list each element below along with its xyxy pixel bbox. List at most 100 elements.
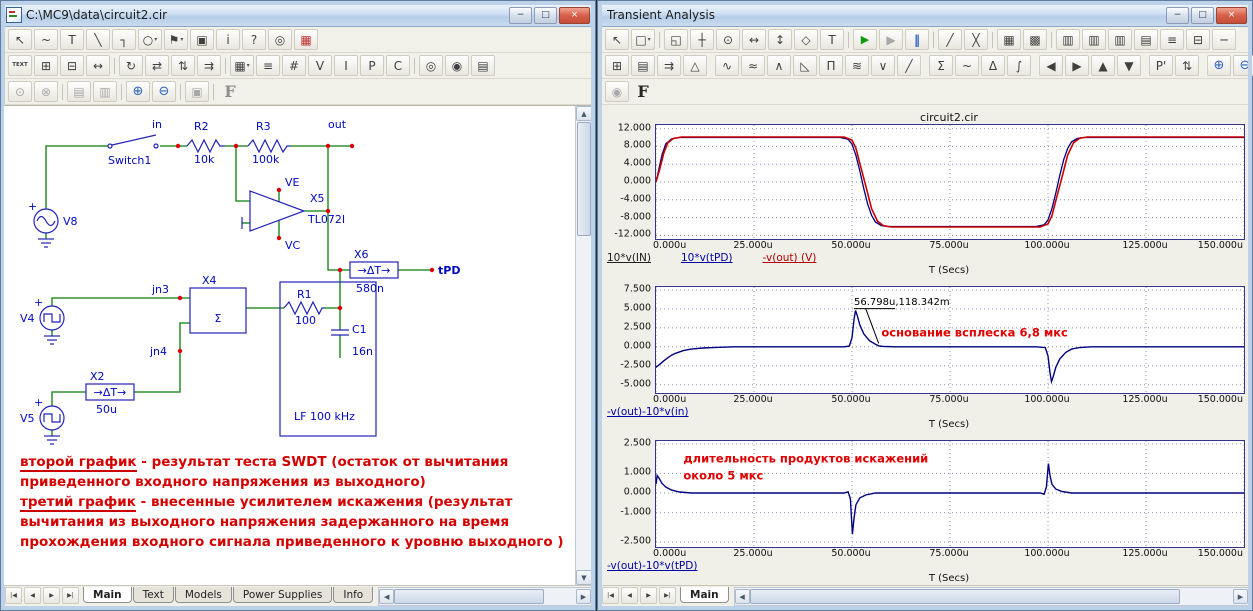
vertical-scrollbar[interactable]: ▲ ▼ xyxy=(575,106,592,585)
derivative-icon[interactable]: Δ xyxy=(981,55,1005,76)
pause-button[interactable]: ‖ xyxy=(905,29,929,50)
text-stencil-icon[interactable]: TEXT xyxy=(8,55,32,76)
data-points-icon[interactable]: P' xyxy=(1149,55,1173,76)
mirror-x-icon[interactable]: ⇄ xyxy=(145,55,169,76)
last-page-button[interactable]: ▶| xyxy=(659,587,676,604)
zoom-out-icon[interactable]: ⊖ xyxy=(152,81,176,102)
point-tag-icon[interactable]: ⊙ xyxy=(716,29,740,50)
stack-plots-icon[interactable]: ≡ xyxy=(1160,29,1184,50)
find-icon[interactable]: ◎ xyxy=(419,55,443,76)
back-state-icon[interactable]: ⊙ xyxy=(8,81,32,102)
spike-wave-icon[interactable]: ∨ xyxy=(871,55,895,76)
integral-icon[interactable]: ∫ xyxy=(1007,55,1031,76)
sine-wave-icon[interactable]: ∿ xyxy=(715,55,739,76)
node-numbers-icon[interactable]: # xyxy=(282,55,306,76)
ruler-mode-icon[interactable]: ╳ xyxy=(964,29,988,50)
copy-to-front-icon[interactable]: ▤ xyxy=(67,81,91,102)
cursor-right-icon[interactable]: ▶ xyxy=(1065,55,1089,76)
maximize-button[interactable]: □ xyxy=(534,6,557,24)
current-icon[interactable]: I xyxy=(334,55,358,76)
close-button[interactable]: × xyxy=(559,6,590,24)
plot-area-2[interactable]: 56.798u,118.342m основание всплеска 6,8 м… xyxy=(655,286,1245,394)
line-mode-icon[interactable]: ╱ xyxy=(938,29,962,50)
limits-icon[interactable]: ▤ xyxy=(631,55,655,76)
scroll-left-arrow[interactable]: ◀ xyxy=(734,589,750,604)
ortho-wire-icon[interactable]: ┐ xyxy=(112,29,136,50)
minimize-button[interactable]: − xyxy=(509,6,532,24)
zoom-out-icon[interactable]: ⊖ xyxy=(1233,55,1253,76)
text-tool-icon[interactable]: T xyxy=(820,29,844,50)
damped-wave-icon[interactable]: ≈ xyxy=(741,55,765,76)
next-page-button[interactable]: ▶ xyxy=(43,587,60,604)
bring-front-icon[interactable]: ⊞ xyxy=(34,55,58,76)
horizontal-scroll-thumb[interactable] xyxy=(394,589,545,604)
panel-1-icon[interactable]: ▥ xyxy=(1056,29,1080,50)
scroll-right-arrow[interactable]: ▶ xyxy=(1233,589,1248,604)
cursor-mode-icon[interactable]: ┼ xyxy=(690,29,714,50)
clear-state-icon[interactable]: ⊗ xyxy=(34,81,58,102)
plot-area-3[interactable]: длительность продуктов искажений около 5 … xyxy=(655,440,1245,548)
sort-icon[interactable]: ⇅ xyxy=(1175,55,1199,76)
analysis-titlebar[interactable]: Transient Analysis − □ × xyxy=(601,4,1249,27)
wire-tool-icon[interactable]: ~ xyxy=(34,29,58,50)
component-menu-icon[interactable]: □ ▾ xyxy=(631,29,655,50)
node-voltages-icon[interactable]: V xyxy=(308,55,332,76)
zoom-in-icon[interactable]: ⊕ xyxy=(1207,55,1231,76)
panel-wide-icon[interactable]: ▤ xyxy=(1134,29,1158,50)
scroll-left-arrow[interactable]: ◀ xyxy=(379,589,395,604)
first-page-button[interactable]: |◀ xyxy=(602,587,619,604)
bus-icon[interactable]: ≡ xyxy=(256,55,280,76)
first-page-button[interactable]: |◀ xyxy=(5,587,22,604)
performance-tag-icon[interactable]: ◇ xyxy=(794,29,818,50)
close-button[interactable]: × xyxy=(1216,6,1247,24)
smoothing-icon[interactable]: ~ xyxy=(955,55,979,76)
schematic-titlebar[interactable]: C:\MC9\data\circuit2.cir − □ × xyxy=(4,4,592,27)
sheet-info-icon[interactable]: ▤ xyxy=(471,55,495,76)
vertical-scroll-thumb[interactable] xyxy=(577,122,591,236)
cursor-left-icon[interactable]: ◀ xyxy=(1039,55,1063,76)
peak-icon[interactable]: ▲ xyxy=(1091,55,1115,76)
one-plot-icon[interactable]: ▦ xyxy=(997,29,1021,50)
panel-2-icon[interactable]: ▥ xyxy=(1082,29,1106,50)
triangle-wave-icon[interactable]: ∧ xyxy=(767,55,791,76)
select-tool-icon[interactable]: ↖ xyxy=(605,29,629,50)
tab-main[interactable]: Main xyxy=(680,587,729,603)
panel-3-icon[interactable]: ▥ xyxy=(1108,29,1132,50)
copy-to-back-icon[interactable]: ▥ xyxy=(93,81,117,102)
camera-icon[interactable]: ▣ xyxy=(185,81,209,102)
vertical-tag-icon[interactable]: ↕ xyxy=(768,29,792,50)
scope-mode-icon[interactable]: ◉ xyxy=(605,81,629,102)
valley-icon[interactable]: ▼ xyxy=(1117,55,1141,76)
horizontal-scroll-thumb[interactable] xyxy=(749,589,1180,604)
properties-icon[interactable]: ⊞ xyxy=(605,55,629,76)
last-page-button[interactable]: ▶| xyxy=(62,587,79,604)
horizontal-tag-icon[interactable]: ↔ xyxy=(742,29,766,50)
text-tool-icon[interactable]: T xyxy=(60,29,84,50)
sawtooth-wave-icon[interactable]: ◺ xyxy=(793,55,817,76)
tab-text[interactable]: Text xyxy=(132,587,174,603)
noise-wave-icon[interactable]: ≋ xyxy=(845,55,869,76)
tab-main[interactable]: Main xyxy=(83,587,132,603)
shapes-tool-icon[interactable]: ○ ▾ xyxy=(138,29,162,50)
prev-page-button[interactable]: ◀ xyxy=(24,587,41,604)
color-palette-icon[interactable]: ▦ xyxy=(294,29,318,50)
point-to-point-icon[interactable]: ◎ xyxy=(268,29,292,50)
horizontal-scrollbar[interactable]: ◀ ▶ xyxy=(733,587,1249,606)
plot-area-1[interactable] xyxy=(655,124,1245,240)
power-icon[interactable]: P xyxy=(360,55,384,76)
step-button[interactable]: ▶ xyxy=(879,29,903,50)
run-button[interactable]: ▶ xyxy=(853,29,877,50)
scale-mode-icon[interactable]: ◱ xyxy=(664,29,688,50)
mirror-y-icon[interactable]: ⇅ xyxy=(171,55,195,76)
help-mode-icon[interactable]: ? xyxy=(242,29,266,50)
scroll-up-arrow[interactable]: ▲ xyxy=(576,106,592,121)
horizontal-scrollbar[interactable]: ◀ ▶ xyxy=(378,587,592,606)
ramp-wave-icon[interactable]: ╱ xyxy=(897,55,921,76)
minimize-button[interactable]: − xyxy=(1166,6,1189,24)
separate-axis-icon[interactable]: ─ xyxy=(1212,29,1236,50)
send-back-icon[interactable]: ⊟ xyxy=(60,55,84,76)
next-page-button[interactable]: ▶ xyxy=(640,587,657,604)
optimize-icon[interactable]: △ xyxy=(683,55,707,76)
tab-models[interactable]: Models xyxy=(174,587,232,603)
single-axis-icon[interactable]: ⊟ xyxy=(1186,29,1210,50)
